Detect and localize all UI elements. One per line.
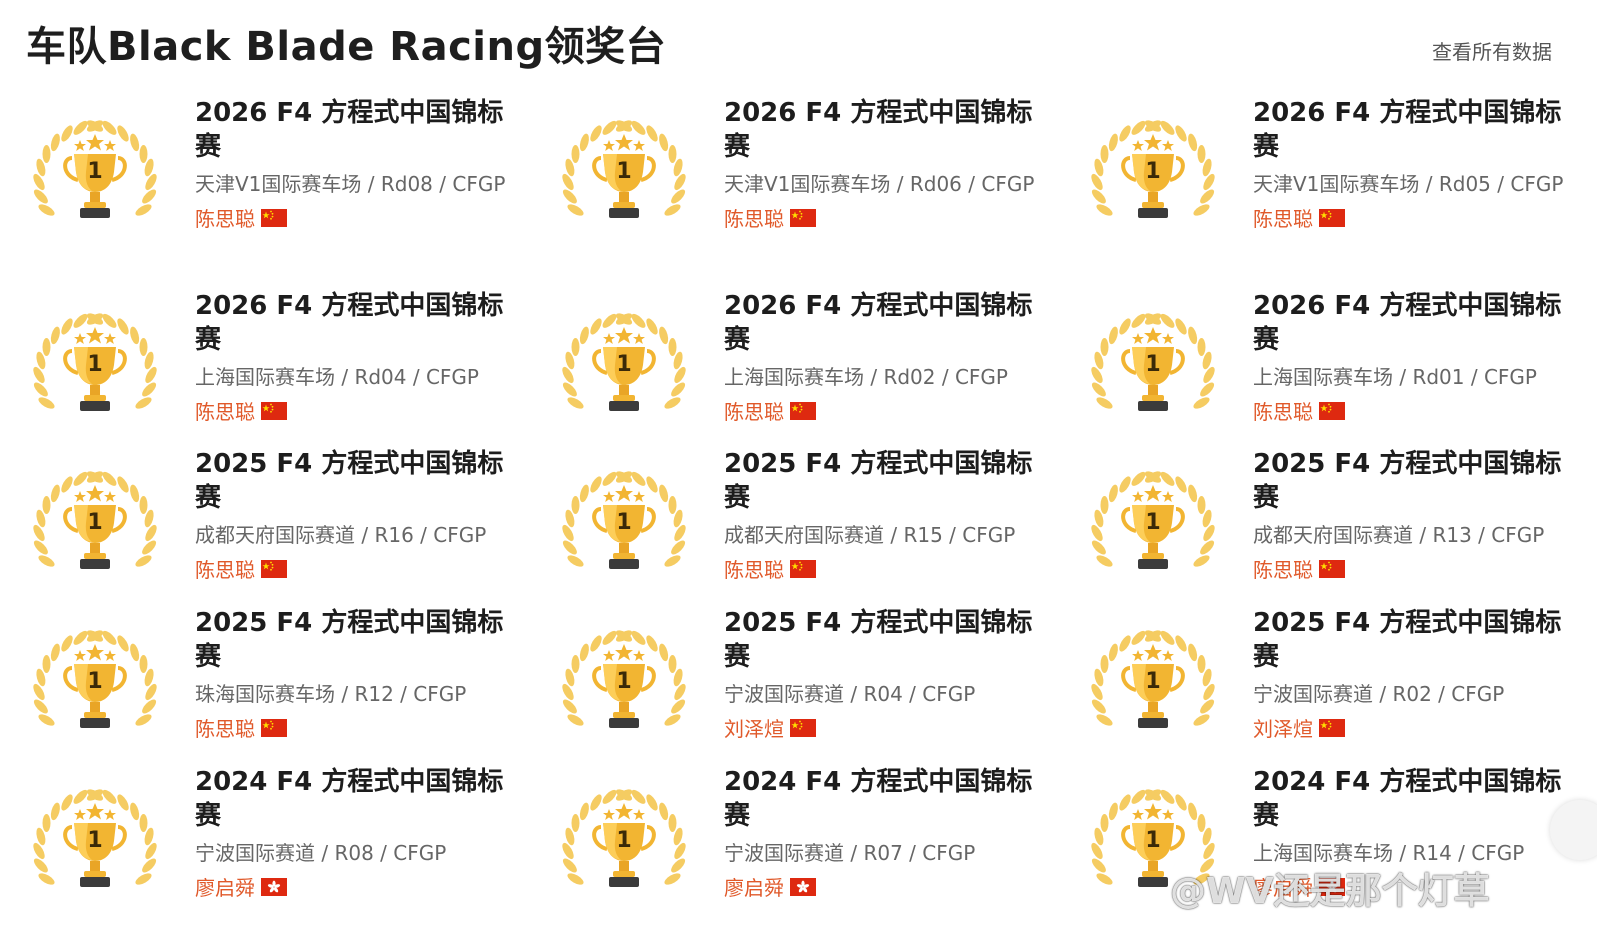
svg-text:1: 1 xyxy=(616,510,631,535)
event-venue-round: 宁波国际赛道 / R02 / CFGP xyxy=(1253,682,1505,706)
china-flag-icon xyxy=(1319,208,1345,227)
event-venue-round: 上海国际赛车场 / Rd01 / CFGP xyxy=(1253,365,1537,389)
china-flag-icon xyxy=(790,718,816,737)
first-place-trophy-icon: 1 xyxy=(1084,461,1222,599)
driver-name[interactable]: 廖启舜 xyxy=(724,872,784,901)
event-venue-round: 天津V1国际赛车场 / Rd08 / CFGP xyxy=(195,172,506,196)
first-place-trophy-icon: 1 xyxy=(555,779,693,917)
event-title[interactable]: 2024 F4 方程式中国锦标赛 xyxy=(195,765,515,833)
china-flag-icon xyxy=(790,208,816,227)
svg-text:1: 1 xyxy=(87,159,102,184)
svg-text:1: 1 xyxy=(1145,159,1160,184)
event-title[interactable]: 2024 F4 方程式中国锦标赛 xyxy=(724,765,1044,833)
driver-name[interactable]: 刘泽煊 xyxy=(724,713,784,742)
event-venue-round: 上海国际赛车场 / Rd02 / CFGP xyxy=(724,365,1008,389)
event-venue-round: 珠海国际赛车场 / R12 / CFGP xyxy=(195,682,467,706)
svg-text:1: 1 xyxy=(616,352,631,377)
event-title[interactable]: 2025 F4 方程式中国锦标赛 xyxy=(195,606,515,674)
first-place-trophy-icon: 1 xyxy=(555,620,693,758)
first-place-trophy-icon: 1 xyxy=(1084,303,1222,441)
hong-kong-flag-icon xyxy=(790,877,816,896)
first-place-trophy-icon: 1 xyxy=(26,303,164,441)
driver-name[interactable]: 廖启舜 xyxy=(195,872,255,901)
china-flag-icon xyxy=(261,718,287,737)
event-venue-round: 宁波国际赛道 / R07 / CFGP xyxy=(724,841,976,865)
driver-name[interactable]: 陈思聪 xyxy=(195,713,255,742)
first-place-trophy-icon: 1 xyxy=(26,779,164,917)
event-venue-round: 上海国际赛车场 / Rd04 / CFGP xyxy=(195,365,479,389)
hong-kong-flag-icon xyxy=(261,877,287,896)
podium-grid: 1 2026 F4 方程式中国锦标赛 天津V1国际赛车场 / Rd08 / CF… xyxy=(0,0,1597,936)
china-flag-icon xyxy=(790,401,816,420)
svg-text:1: 1 xyxy=(87,352,102,377)
event-title[interactable]: 2025 F4 方程式中国锦标赛 xyxy=(724,606,1044,674)
driver-name[interactable]: 陈思聪 xyxy=(724,554,784,583)
first-place-trophy-icon: 1 xyxy=(555,461,693,599)
china-flag-icon xyxy=(261,208,287,227)
svg-text:1: 1 xyxy=(616,159,631,184)
event-venue-round: 天津V1国际赛车场 / Rd05 / CFGP xyxy=(1253,172,1564,196)
first-place-trophy-icon: 1 xyxy=(1084,620,1222,758)
driver-name[interactable]: 陈思聪 xyxy=(195,203,255,232)
first-place-trophy-icon: 1 xyxy=(26,461,164,599)
event-title[interactable]: 2025 F4 方程式中国锦标赛 xyxy=(1253,447,1573,515)
driver-name[interactable]: 陈思聪 xyxy=(724,203,784,232)
first-place-trophy-icon: 1 xyxy=(555,303,693,441)
event-title[interactable]: 2025 F4 方程式中国锦标赛 xyxy=(724,447,1044,515)
china-flag-icon xyxy=(1319,559,1345,578)
first-place-trophy-icon: 1 xyxy=(1084,110,1222,248)
svg-text:1: 1 xyxy=(1145,669,1160,694)
event-venue-round: 上海国际赛车场 / R14 / CFGP xyxy=(1253,841,1525,865)
event-title[interactable]: 2026 F4 方程式中国锦标赛 xyxy=(724,289,1044,357)
event-venue-round: 宁波国际赛道 / R08 / CFGP xyxy=(195,841,447,865)
event-venue-round: 成都天府国际赛道 / R15 / CFGP xyxy=(724,523,1016,547)
driver-name[interactable]: 廖启舜 xyxy=(1253,872,1313,901)
driver-name[interactable]: 陈思聪 xyxy=(195,396,255,425)
driver-name[interactable]: 陈思聪 xyxy=(1253,396,1313,425)
driver-name[interactable]: 陈思聪 xyxy=(724,396,784,425)
svg-text:1: 1 xyxy=(1145,828,1160,853)
china-flag-icon xyxy=(261,559,287,578)
svg-text:1: 1 xyxy=(616,669,631,694)
svg-text:1: 1 xyxy=(616,828,631,853)
event-title[interactable]: 2026 F4 方程式中国锦标赛 xyxy=(1253,289,1573,357)
event-title[interactable]: 2026 F4 方程式中国锦标赛 xyxy=(195,96,515,164)
svg-text:1: 1 xyxy=(1145,510,1160,535)
driver-name[interactable]: 刘泽煊 xyxy=(1253,713,1313,742)
china-flag-icon xyxy=(790,559,816,578)
event-venue-round: 宁波国际赛道 / R04 / CFGP xyxy=(724,682,976,706)
first-place-trophy-icon: 1 xyxy=(555,110,693,248)
event-title[interactable]: 2025 F4 方程式中国锦标赛 xyxy=(195,447,515,515)
event-title[interactable]: 2026 F4 方程式中国锦标赛 xyxy=(724,96,1044,164)
event-title[interactable]: 2024 F4 方程式中国锦标赛 xyxy=(1253,765,1573,833)
svg-text:1: 1 xyxy=(87,510,102,535)
first-place-trophy-icon: 1 xyxy=(1084,779,1222,917)
china-flag-icon xyxy=(261,401,287,420)
event-venue-round: 天津V1国际赛车场 / Rd06 / CFGP xyxy=(724,172,1035,196)
event-venue-round: 成都天府国际赛道 / R13 / CFGP xyxy=(1253,523,1545,547)
china-flag-icon xyxy=(1319,401,1345,420)
event-title[interactable]: 2025 F4 方程式中国锦标赛 xyxy=(1253,606,1573,674)
event-title[interactable]: 2026 F4 方程式中国锦标赛 xyxy=(1253,96,1573,164)
event-venue-round: 成都天府国际赛道 / R16 / CFGP xyxy=(195,523,487,547)
svg-text:1: 1 xyxy=(1145,352,1160,377)
first-place-trophy-icon: 1 xyxy=(26,620,164,758)
event-title[interactable]: 2026 F4 方程式中国锦标赛 xyxy=(195,289,515,357)
hong-kong-flag-icon xyxy=(1319,877,1345,896)
china-flag-icon xyxy=(1319,718,1345,737)
svg-text:1: 1 xyxy=(87,828,102,853)
first-place-trophy-icon: 1 xyxy=(26,110,164,248)
driver-name[interactable]: 陈思聪 xyxy=(1253,554,1313,583)
svg-text:1: 1 xyxy=(87,669,102,694)
driver-name[interactable]: 陈思聪 xyxy=(1253,203,1313,232)
driver-name[interactable]: 陈思聪 xyxy=(195,554,255,583)
